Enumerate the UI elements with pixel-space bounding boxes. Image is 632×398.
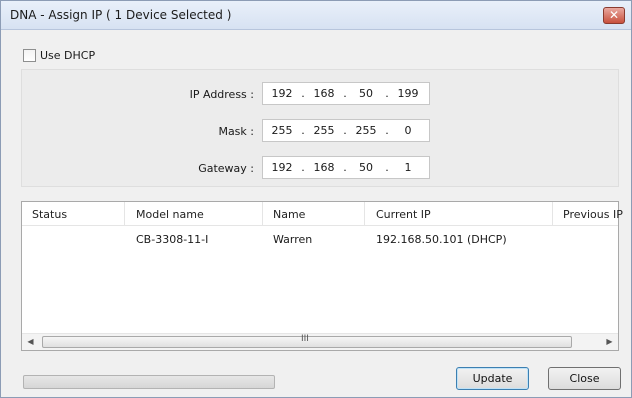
scrollbar-thumb[interactable]: III [42,334,572,348]
gateway-label: Gateway : [198,162,254,175]
scroll-left-icon[interactable]: ◀ [22,334,39,350]
table-row[interactable]: CB-3308-11-I Warren 192.168.50.101 (DHCP… [22,229,618,249]
ip-address-octet-1[interactable]: 192 [267,87,297,100]
use-dhcp-option[interactable]: Use DHCP [23,48,95,62]
assign-ip-dialog: DNA - Assign IP ( 1 Device Selected ) ✕ … [0,0,632,398]
column-divider[interactable] [552,202,553,226]
column-divider[interactable] [262,202,263,226]
table-header: Status Model name Name Current IP Previo… [22,202,623,226]
ip-dot: . [343,87,347,100]
column-header-status[interactable]: Status [32,208,67,221]
gateway-octet-2[interactable]: 168 [309,161,339,174]
cell-name: Warren [273,233,313,246]
column-divider[interactable] [364,202,365,226]
ip-dot: . [343,124,347,137]
gateway-octet-4[interactable]: 1 [393,161,423,174]
mask-octet-1[interactable]: 255 [267,124,297,137]
ip-address-label: IP Address : [189,88,254,101]
ip-dot: . [301,87,305,100]
ip-dot: . [301,124,305,137]
cell-current-ip: 192.168.50.101 (DHCP) [376,233,507,246]
window-close-button[interactable]: ✕ [603,7,625,24]
ip-dot: . [385,87,389,100]
horizontal-scrollbar[interactable]: ◀ III ▶ [22,333,618,350]
ip-address-octet-4[interactable]: 199 [393,87,423,100]
mask-octet-2[interactable]: 255 [309,124,339,137]
progress-bar [23,375,275,389]
mask-field[interactable]: 255 . 255 . 255 . 0 [262,119,430,142]
gateway-octet-1[interactable]: 192 [267,161,297,174]
use-dhcp-checkbox[interactable] [23,48,36,62]
ip-dot: . [385,124,389,137]
mask-label: Mask : [218,125,254,138]
update-button[interactable]: Update [456,367,529,390]
column-header-previous-ip[interactable]: Previous IP [563,208,623,221]
column-header-model-name[interactable]: Model name [136,208,204,221]
column-divider[interactable] [124,202,125,226]
title-bar: DNA - Assign IP ( 1 Device Selected ) ✕ [1,1,631,30]
ip-dot: . [301,161,305,174]
ip-dot: . [385,161,389,174]
ip-address-field[interactable]: 192 . 168 . 50 . 199 [262,82,430,105]
column-header-current-ip[interactable]: Current IP [376,208,431,221]
device-table: Status Model name Name Current IP Previo… [21,201,623,351]
mask-octet-3[interactable]: 255 [351,124,381,137]
gateway-field[interactable]: 192 . 168 . 50 . 1 [262,156,430,179]
use-dhcp-label: Use DHCP [40,48,96,62]
column-header-name[interactable]: Name [273,208,305,221]
window-title: DNA - Assign IP ( 1 Device Selected ) [10,8,232,22]
ip-address-octet-2[interactable]: 168 [309,87,339,100]
ip-settings-panel: IP Address : 192 . 168 . 50 . 199 Mask :… [21,69,619,187]
close-icon: ✕ [608,8,620,22]
close-button[interactable]: Close [548,367,621,390]
mask-octet-4[interactable]: 0 [393,124,423,137]
scroll-right-icon[interactable]: ▶ [601,334,618,350]
grip-icon: III [301,334,309,344]
ip-address-octet-3[interactable]: 50 [351,87,381,100]
cell-model-name: CB-3308-11-I [136,233,209,246]
ip-dot: . [343,161,347,174]
gateway-octet-3[interactable]: 50 [351,161,381,174]
